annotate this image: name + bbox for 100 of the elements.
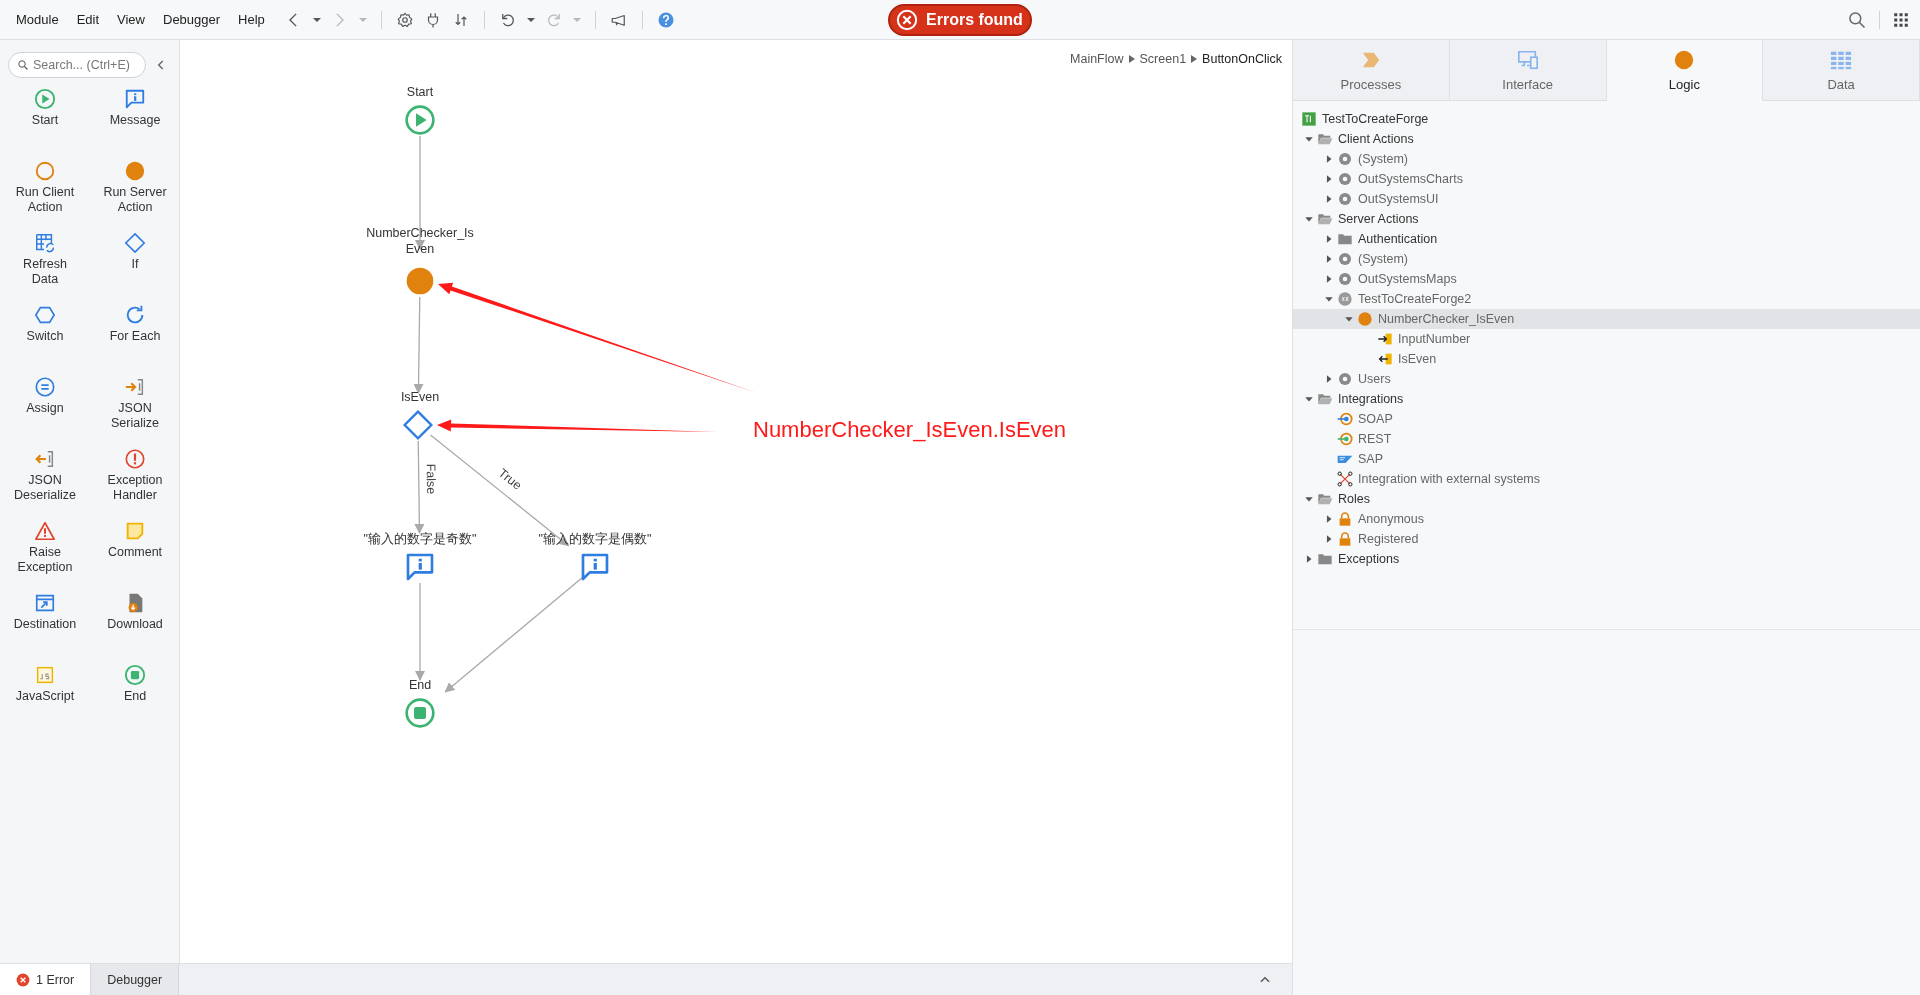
- tool-label[interactable]: Switch: [10, 329, 80, 344]
- panel-tab[interactable]: Data: [1763, 40, 1920, 101]
- tree-item[interactable]: (System): [1293, 249, 1920, 269]
- tool-label[interactable]: Raise Exception: [10, 545, 80, 575]
- tool-label[interactable]: Run Server Action: [100, 185, 170, 215]
- node-label: IsEven: [400, 390, 440, 404]
- breadcrumb-link[interactable]: ButtonOnClick: [1202, 52, 1282, 66]
- collapse-caret-icon: [1304, 214, 1314, 224]
- tree-item[interactable]: NumberChecker_IsEven: [1293, 309, 1920, 329]
- tree-item[interactable]: Anonymous: [1293, 509, 1920, 529]
- play-icon: [34, 88, 56, 110]
- tree-item[interactable]: Integrations: [1293, 389, 1920, 409]
- tool-label[interactable]: Comment: [100, 545, 170, 560]
- tool-label[interactable]: Refresh Data: [10, 257, 80, 287]
- lock-icon: [1337, 511, 1353, 527]
- menu-item[interactable]: View: [109, 8, 153, 31]
- menu-item[interactable]: Module: [8, 8, 67, 31]
- collapse-caret-icon: [1304, 494, 1314, 504]
- chevron-icon: [1191, 55, 1198, 63]
- caret-icon: [357, 16, 368, 23]
- menu-item[interactable]: Debugger: [155, 8, 229, 31]
- tree-item[interactable]: IsEven: [1293, 349, 1920, 369]
- table-refresh-icon: [34, 232, 56, 254]
- component-icon: [1337, 251, 1353, 267]
- error-icon: [16, 972, 30, 987]
- tree-item[interactable]: Registered: [1293, 529, 1920, 549]
- expand-caret-icon: [1324, 374, 1334, 384]
- settings-icon: [395, 10, 414, 29]
- tree-item[interactable]: (System): [1293, 149, 1920, 169]
- diamond-icon: [124, 232, 146, 254]
- action-node[interactable]: [406, 267, 434, 295]
- tool-label[interactable]: JavaScript: [10, 689, 80, 704]
- tree-item[interactable]: REST: [1293, 429, 1920, 449]
- tool-label[interactable]: For Each: [100, 329, 170, 344]
- error-badge[interactable]: Errors found: [888, 4, 1032, 36]
- back-icon: [289, 12, 299, 27]
- tool-label[interactable]: Download: [100, 617, 170, 632]
- menu-item[interactable]: Help: [230, 8, 273, 31]
- tree-item[interactable]: SAP: [1293, 449, 1920, 469]
- panel-tab[interactable]: Interface: [1449, 40, 1607, 101]
- tool-label[interactable]: JSON Deserialize: [10, 473, 80, 503]
- tool-label[interactable]: JSON Serialize: [100, 401, 170, 431]
- if-node[interactable]: [402, 409, 434, 441]
- plug-ring-icon: [1337, 411, 1353, 427]
- start-node[interactable]: [405, 105, 435, 135]
- annotation-text: NumberChecker_IsEven.IsEven: [753, 417, 1067, 442]
- panel-tab[interactable]: 1 Error: [0, 964, 92, 995]
- folder-icon: [1317, 211, 1333, 227]
- tree-item[interactable]: OutSystemsUI: [1293, 189, 1920, 209]
- tree-item[interactable]: Roles: [1293, 489, 1920, 509]
- branch-label: True: [495, 465, 525, 493]
- message-node[interactable]: [581, 553, 609, 581]
- tree-item[interactable]: TestToCreateForge2: [1293, 289, 1920, 309]
- tool-label[interactable]: End: [100, 689, 170, 704]
- tool-label[interactable]: Start: [10, 113, 80, 128]
- dot-icon: [1357, 311, 1373, 327]
- tree-item[interactable]: TestToCreateForge: [1293, 109, 1920, 129]
- devices-icon: [1516, 48, 1539, 71]
- tool-label[interactable]: Assign: [10, 401, 80, 416]
- tree-item[interactable]: Exceptions: [1293, 549, 1920, 569]
- component-icon: [1337, 371, 1353, 387]
- tool-label[interactable]: Exception Handler: [100, 473, 170, 503]
- warning-icon: [34, 520, 56, 542]
- tool-label[interactable]: Destination: [10, 617, 80, 632]
- network-icon: [1337, 471, 1353, 487]
- module-icon: [1301, 111, 1317, 127]
- help-icon: [656, 10, 675, 29]
- tree-item[interactable]: OutSystemsMaps: [1293, 269, 1920, 289]
- tool-label[interactable]: If: [100, 257, 170, 272]
- folder-icon: [1317, 491, 1333, 507]
- search-input[interactable]: Search... (Ctrl+E): [33, 55, 137, 75]
- caret-icon: [571, 16, 582, 23]
- tree-item[interactable]: Integration with external systems: [1293, 469, 1920, 489]
- tree-item[interactable]: OutSystemsCharts: [1293, 169, 1920, 189]
- tree-item[interactable]: Server Actions: [1293, 209, 1920, 229]
- message-node[interactable]: [406, 553, 434, 581]
- component-icon: [1337, 151, 1353, 167]
- tree-item[interactable]: InputNumber: [1293, 329, 1920, 349]
- node-label: "输入的数字是奇数": [363, 532, 477, 546]
- menu-item[interactable]: Edit: [68, 8, 108, 31]
- tree-item[interactable]: Client Actions: [1293, 129, 1920, 149]
- output-arrow-icon: [1377, 351, 1393, 367]
- folder-icon: [1337, 231, 1353, 247]
- tree-item[interactable]: Authentication: [1293, 229, 1920, 249]
- tool-label[interactable]: Run Client Action: [10, 185, 80, 215]
- end-node[interactable]: [405, 698, 435, 728]
- lock-icon: [1337, 531, 1353, 547]
- panel-tab[interactable]: Processes: [1293, 40, 1450, 101]
- input-arrow-icon: [1377, 331, 1393, 347]
- folder-icon: [1317, 131, 1333, 147]
- search-field[interactable]: Search... (Ctrl+E): [8, 52, 146, 78]
- tool-label[interactable]: Message: [100, 113, 170, 128]
- tree-item[interactable]: Users: [1293, 369, 1920, 389]
- branch-label: False: [423, 463, 439, 495]
- tree-item[interactable]: SOAP: [1293, 409, 1920, 429]
- info-bubble-icon: [124, 88, 146, 110]
- breadcrumb-link[interactable]: Screen1: [1139, 52, 1187, 66]
- panel-tab[interactable]: Debugger: [91, 964, 180, 995]
- breadcrumb-link[interactable]: MainFlow: [1070, 52, 1124, 66]
- caret-icon: [525, 16, 536, 23]
